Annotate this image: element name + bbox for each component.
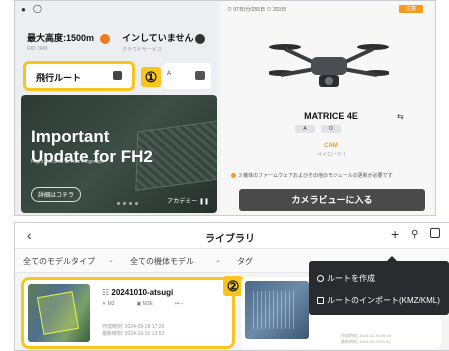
camera-label: CAM: [324, 143, 338, 149]
altitude-stat[interactable]: 最大高度:1500m RID 7AM: [21, 25, 116, 59]
model-type-filter[interactable]: 全てのモデルタイプ: [23, 256, 95, 267]
route-thumbnail-2: [245, 281, 309, 339]
payload-label: ペイロード I: [317, 152, 345, 158]
person-icon: ●: [21, 5, 26, 14]
aircraft-tag: ✕ M3: [102, 301, 115, 307]
route-dates-2: 作成時刻: 2024-01-30 09:44 最新時刻: 2024-09-28 …: [341, 333, 391, 345]
add-icon[interactable]: +: [391, 226, 399, 242]
firmware-warning[interactable]: 2 機体のファームウェアおよびその他のモジュールの更新が必要です: [231, 173, 431, 179]
distance-tag: ↦ –: [174, 301, 184, 307]
tutorial-composite: ● ◯ 最大高度:1500m RID 7AM インしていません クラウドサービス…: [0, 0, 449, 351]
academy-link[interactable]: アカデミー ❚❚: [167, 196, 209, 205]
create-route-label: ルートを作成: [327, 274, 375, 283]
search-icon[interactable]: ⚲: [411, 229, 418, 240]
step-badge-1: ①: [141, 67, 161, 87]
aircraft-model: MATRICE 4E: [304, 111, 358, 121]
academy-label: アカデミー: [167, 199, 198, 205]
plus-circle-icon: [317, 275, 324, 282]
update-banner[interactable]: Important Update for FH2 Flight Records …: [21, 95, 217, 213]
select-icon[interactable]: [430, 228, 440, 238]
import-route-item[interactable]: ルートのインポート(KMZ/KML): [317, 295, 440, 306]
created-date: 作成時刻: 2024-09-28 17:29: [102, 324, 165, 330]
add-menu: ルートを作成 ルートのインポート(KMZ/KML): [309, 256, 449, 315]
route-thumbnail: [28, 284, 90, 342]
model-badges: A O: [295, 125, 341, 133]
library-screen: ‹ ライブラリ + ⚲ 全てのモデルタイプ ⌄ 全ての機体モデル ⌄ タグ ☷ …: [14, 222, 449, 351]
route-icon: [113, 71, 122, 80]
rc-badge: A: [295, 125, 315, 133]
home-screen: ● ◯ 最大高度:1500m RID 7AM インしていません クラウドサービス…: [14, 0, 436, 216]
carousel-dots: [117, 202, 138, 205]
tag-filter[interactable]: タグ: [237, 256, 253, 267]
flight-route-label: 飛行ルート: [36, 73, 82, 83]
status-line: ⊙ 97日/分/255日 ⊙ 203日: [227, 7, 287, 13]
drone-image: [269, 44, 389, 87]
cloud-sub: クラウドサービス: [122, 47, 163, 53]
chevron-down-icon: ⌄: [215, 257, 221, 264]
aircraft-model-filter[interactable]: 全ての機体モデル: [130, 256, 194, 267]
signal-badge: O: [321, 125, 341, 133]
shield-icon: ◯: [33, 4, 42, 13]
side-card[interactable]: A: [163, 63, 211, 89]
camera-tag: ▣ M3E: [136, 301, 153, 307]
route-name: ☷ 20241010-atsugi: [102, 288, 174, 297]
altitude-sub: RID 7AM: [27, 46, 48, 52]
create-route-item[interactable]: ルートを作成: [317, 273, 375, 284]
route-dates: 作成時刻: 2024-09-28 17:29 最新時刻: 2024-10-10 …: [102, 324, 164, 338]
cloud-icon: [195, 34, 205, 44]
details-button[interactable]: 詳細はコチラ: [31, 187, 82, 202]
chevron-down-icon: ⌄: [108, 257, 114, 264]
left-panel: ● ◯ 最大高度:1500m RID 7AM インしていません クラウドサービス…: [15, 1, 217, 215]
route-meta: ✕ M3 ▣ M3E ↦ –: [102, 301, 183, 307]
route-card[interactable]: ☷ 20241010-atsugi ✕ M3 ▣ M3E ↦ – 作成時刻: 2…: [21, 277, 235, 349]
back-icon[interactable]: ‹: [27, 227, 32, 243]
updated-date-2: 最新時刻: 2024-09-28 11:57: [341, 339, 391, 344]
pause-icon: ❚❚: [198, 199, 209, 205]
aircraft-panel: ⊙ 97日/分/255日 ⊙ 203日 注意 MATRICE 4E ⇆ A O …: [221, 1, 435, 215]
location-icon: [100, 34, 110, 44]
step-badge-2: ②: [223, 276, 243, 296]
side-card-label: A: [167, 71, 172, 77]
banner-subtitle: Flight Records at Your Fingertips: [31, 159, 104, 165]
import-route-label: ルートのインポート(KMZ/KML): [327, 296, 440, 305]
camera-view-button[interactable]: カメラビューに入る: [239, 189, 425, 211]
status-tag[interactable]: 注意: [399, 5, 423, 13]
updated-date: 最新時刻: 2024-10-10 13:53: [102, 331, 165, 337]
import-icon: [317, 297, 324, 304]
page-title: ライブラリ: [205, 234, 255, 245]
cloud-stat[interactable]: インしていません クラウドサービス: [116, 25, 211, 59]
media-icon: [195, 71, 205, 80]
flight-route-card[interactable]: 飛行ルート: [23, 61, 135, 91]
library-header: ‹ ライブラリ + ⚲: [15, 223, 449, 249]
swap-icon[interactable]: ⇆: [397, 112, 404, 121]
stats-row: 最大高度:1500m RID 7AM インしていません クラウドサービス: [21, 25, 211, 59]
